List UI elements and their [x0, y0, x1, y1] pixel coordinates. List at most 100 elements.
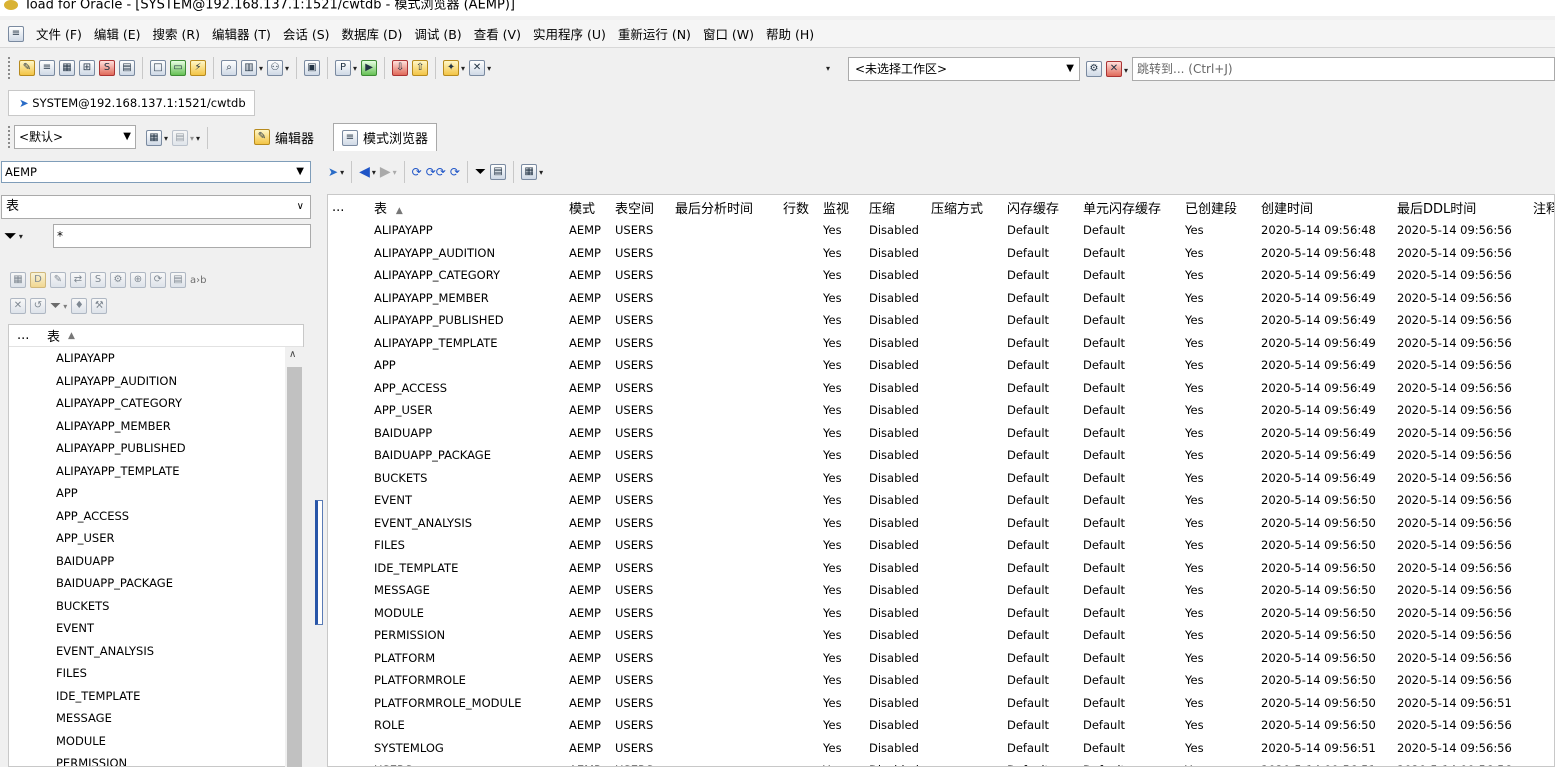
grid-cell[interactable]: Default — [1079, 534, 1181, 557]
list-item[interactable]: APP — [9, 482, 303, 505]
grid-cell[interactable]: Disabled — [865, 512, 927, 535]
toolbar-overflow-icon[interactable]: ▾ — [826, 64, 830, 73]
grid-cell[interactable] — [927, 287, 1003, 310]
tools-icon[interactable]: ✦ — [443, 60, 460, 76]
grid-cell[interactable]: MODULE — [370, 602, 565, 625]
query-builder-icon[interactable]: ⊞ — [79, 60, 95, 76]
list-item[interactable]: ALIPAYAPP_TEMPLATE — [9, 460, 303, 483]
dropdown-arrow-icon[interactable]: ▾ — [285, 64, 289, 73]
grid-cell[interactable]: Yes — [1181, 714, 1257, 737]
grid-cell[interactable]: PLATFORMROLE — [370, 669, 565, 692]
grid-cell[interactable] — [927, 557, 1003, 580]
grid-cell[interactable]: 2020-5-14 09:56:50 — [1257, 579, 1393, 602]
grid-cell[interactable]: AEMP — [565, 557, 611, 580]
grid-cell[interactable] — [927, 669, 1003, 692]
grid-cell[interactable]: Default — [1079, 692, 1181, 715]
list-item[interactable]: EVENT — [9, 617, 303, 640]
table-row[interactable]: ALIPAYAPP AEMP USERS Yes Disabled Default Defa… — [328, 219, 1554, 242]
find-icon[interactable]: ⌕ — [221, 60, 237, 76]
grid-cell[interactable]: Default — [1003, 647, 1079, 670]
column-header[interactable]: 表空间 — [611, 195, 671, 219]
grid-cell[interactable] — [1529, 624, 1554, 647]
grid-cell[interactable] — [779, 579, 819, 602]
grid-cell[interactable]: USERS — [611, 624, 671, 647]
grid-cell[interactable] — [671, 399, 779, 422]
grid-cell[interactable]: USERS — [611, 467, 671, 490]
grid-cell[interactable]: AEMP — [565, 287, 611, 310]
grid-cell[interactable] — [671, 624, 779, 647]
grid-cell[interactable]: ALIPAYAPP — [370, 219, 565, 242]
grid-cell[interactable]: 2020-5-14 09:56:56 — [1393, 399, 1529, 422]
list-item[interactable]: ALIPAYAPP_MEMBER — [9, 415, 303, 438]
grid-cell[interactable] — [1529, 692, 1554, 715]
grid-cell[interactable] — [779, 377, 819, 400]
grid-cell[interactable]: Yes — [819, 332, 865, 355]
grid-cell[interactable]: USERS — [611, 354, 671, 377]
grid-cell[interactable] — [671, 692, 779, 715]
rename-icon[interactable]: ⇄ — [70, 272, 86, 288]
table-row[interactable]: PLATFORM AEMP USERS Yes Disabled Default Defau… — [328, 647, 1554, 670]
column-chooser-button[interactable]: ... — [9, 328, 47, 343]
grid-cell[interactable]: AEMP — [565, 242, 611, 265]
grid-cell[interactable] — [1529, 399, 1554, 422]
grid-cell[interactable]: Yes — [1181, 602, 1257, 625]
grid-cell[interactable]: 2020-5-14 09:56:49 — [1257, 264, 1393, 287]
schema-select[interactable]: AEMP ▼ — [1, 161, 311, 183]
grid-cell[interactable]: 2020-5-14 09:56:56 — [1393, 534, 1529, 557]
grid-cell[interactable]: 2020-5-14 09:56:50 — [1257, 557, 1393, 580]
grid-cell[interactable] — [1529, 219, 1554, 242]
grid-cell[interactable] — [671, 377, 779, 400]
grid-cell[interactable]: AEMP — [565, 602, 611, 625]
grid-cell[interactable]: 2020-5-14 09:56:49 — [1257, 354, 1393, 377]
grid-cell[interactable] — [671, 534, 779, 557]
grid-cell[interactable] — [927, 444, 1003, 467]
list-item[interactable]: APP_ACCESS — [9, 505, 303, 528]
report-icon[interactable]: ▣ — [304, 60, 321, 76]
dropdown-arrow-icon[interactable]: ▾ — [1124, 66, 1128, 75]
grid-cell[interactable] — [671, 422, 779, 445]
menu-file[interactable]: 文件 (F) — [30, 24, 88, 43]
jump-to-input[interactable]: 跳转到... (Ctrl+J) — [1132, 57, 1555, 81]
column-header[interactable]: 监视 — [819, 195, 865, 219]
grid-cell[interactable] — [671, 309, 779, 332]
table-row[interactable]: EVENT AEMP USERS Yes Disabled Default Default Y… — [328, 489, 1554, 512]
grid-cell[interactable]: USERS — [611, 579, 671, 602]
dropdown-arrow-icon[interactable]: ▾ — [487, 64, 491, 73]
grid-cell[interactable]: Yes — [1181, 489, 1257, 512]
grid-cell[interactable]: USERS — [611, 399, 671, 422]
grid-cell[interactable] — [779, 489, 819, 512]
object-list-scrollbar[interactable]: ∧ — [285, 347, 304, 767]
list-item[interactable]: ALIPAYAPP_AUDITION — [9, 370, 303, 393]
grid-cell[interactable]: USERS — [611, 692, 671, 715]
ab-icon[interactable]: a›b — [190, 275, 206, 286]
network-icon[interactable]: ⚇ — [267, 60, 284, 76]
table-row[interactable]: IDE_TEMPLATE AEMP USERS Yes Disabled Default D… — [328, 557, 1554, 580]
grid-cell[interactable] — [927, 624, 1003, 647]
list-item[interactable]: ALIPAYAPP_CATEGORY — [9, 392, 303, 415]
grid-cell[interactable] — [779, 534, 819, 557]
grid-cell[interactable]: Disabled — [865, 737, 927, 760]
grid-cell[interactable] — [927, 309, 1003, 332]
grid-cell[interactable] — [1529, 714, 1554, 737]
grid-cell[interactable]: Yes — [819, 647, 865, 670]
grid-cell[interactable]: AEMP — [565, 647, 611, 670]
grid-cell[interactable]: Yes — [1181, 422, 1257, 445]
filter-input[interactable]: * — [53, 224, 311, 248]
grid-cell[interactable]: Yes — [1181, 377, 1257, 400]
grid-cell[interactable]: 2020-5-14 09:56:56 — [1393, 309, 1529, 332]
grid-cell[interactable] — [1529, 264, 1554, 287]
table-row[interactable]: MESSAGE AEMP USERS Yes Disabled Default Defaul… — [328, 579, 1554, 602]
table-row[interactable]: ROLE AEMP USERS Yes Disabled Default Default Ye… — [328, 714, 1554, 737]
grid-cell[interactable] — [779, 264, 819, 287]
grid-cell[interactable]: Yes — [819, 759, 865, 766]
grid-cell[interactable]: Disabled — [865, 669, 927, 692]
grid-cell[interactable]: Default — [1079, 264, 1181, 287]
grid-cell[interactable]: 2020-5-14 09:56:48 — [1257, 219, 1393, 242]
grid-cell[interactable]: SYSTEMLOG — [370, 737, 565, 760]
table-row[interactable]: APP_ACCESS AEMP USERS Yes Disabled Default Def… — [328, 377, 1554, 400]
grid-cell[interactable] — [779, 399, 819, 422]
grid-cell[interactable] — [1529, 332, 1554, 355]
grid-cell[interactable]: Default — [1079, 759, 1181, 766]
grid-cell[interactable]: Yes — [1181, 759, 1257, 766]
grid-cell[interactable]: Default — [1079, 737, 1181, 760]
